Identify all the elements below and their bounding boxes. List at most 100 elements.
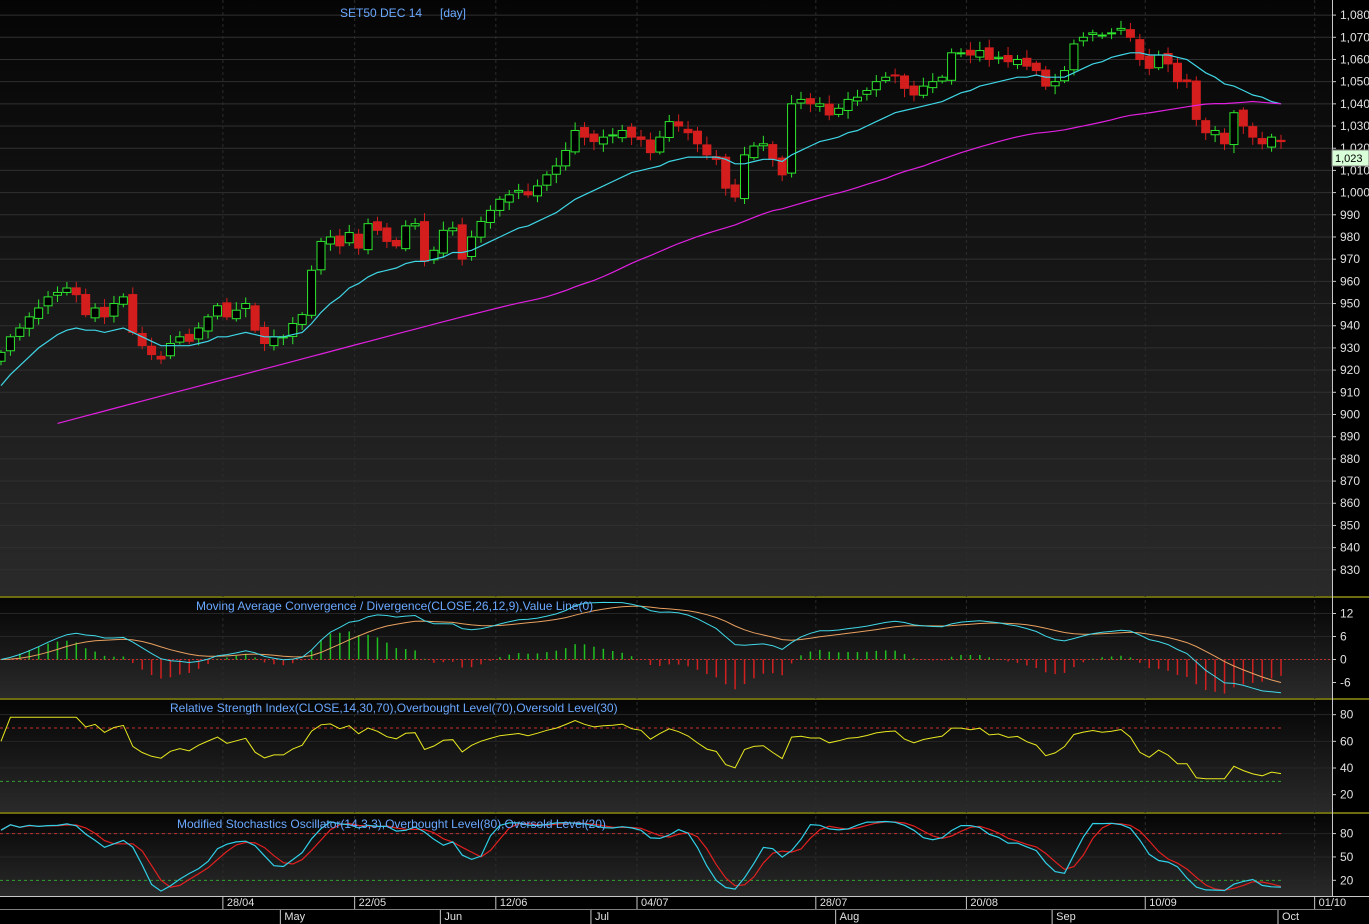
candle-body <box>457 224 467 260</box>
candle-body <box>363 223 373 251</box>
candle-body <box>1107 32 1117 35</box>
candle-body <box>1210 129 1220 136</box>
y-tick-label: 990 <box>1340 208 1360 222</box>
chart-title: SET50 DEC 14 <box>340 6 422 20</box>
candle-body <box>956 52 966 55</box>
candle-body <box>721 156 731 189</box>
y-tick-label: 80 <box>1340 708 1354 722</box>
y-tick-label: 940 <box>1340 319 1360 333</box>
candle-body <box>1144 55 1154 69</box>
candle-body <box>683 128 693 134</box>
y-tick-label: 960 <box>1340 274 1360 288</box>
candle-body <box>909 85 919 96</box>
candle-body <box>420 221 430 262</box>
x-month-label: Jul <box>595 911 609 923</box>
y-tick-label: 6 <box>1340 630 1347 644</box>
candle-body <box>0 351 6 362</box>
candle-body <box>918 85 928 96</box>
candle-body <box>1050 81 1060 87</box>
last-price-badge: 1,023 <box>1331 149 1369 167</box>
candle-body <box>758 143 768 147</box>
candle-body <box>1097 34 1107 37</box>
candle-body <box>1031 62 1041 72</box>
candle-body <box>156 355 166 360</box>
candle-body <box>1191 80 1201 120</box>
candle-body <box>608 134 618 137</box>
candle-body <box>730 184 740 198</box>
y-tick-label: 830 <box>1340 563 1360 577</box>
y-tick-label: 1,060 <box>1340 52 1369 66</box>
y-tick-label: 1,070 <box>1340 30 1369 44</box>
y-tick-label: 0 <box>1340 653 1347 667</box>
x-month-label: May <box>284 911 305 923</box>
candle-body <box>401 225 411 250</box>
candle-body <box>448 227 458 232</box>
candle-body <box>118 296 128 305</box>
candle-body <box>655 136 665 153</box>
candle-body <box>100 306 110 318</box>
candle-body <box>344 232 354 244</box>
candle-body <box>212 305 222 317</box>
candle-body <box>269 336 279 347</box>
candle-body <box>495 198 505 211</box>
candle-body <box>90 307 100 319</box>
candle-body <box>947 52 957 81</box>
candle-body <box>297 314 307 325</box>
candle-body <box>824 103 834 116</box>
candle-body <box>994 56 1004 59</box>
candle-body <box>805 98 815 105</box>
rsi-title: Relative Strength Index(CLOSE,14,30,70),… <box>170 701 618 715</box>
candle-body <box>852 96 862 102</box>
y-tick-label: 40 <box>1340 761 1354 775</box>
candle-body <box>476 220 486 238</box>
candle-body <box>128 294 138 333</box>
candle-body <box>1125 29 1135 38</box>
y-tick-label: 1,000 <box>1340 186 1369 200</box>
x-tick-label: 10/09 <box>1149 897 1177 909</box>
candle-body <box>532 185 542 197</box>
y-tick-label: 980 <box>1340 230 1360 244</box>
y-tick-label: 1,050 <box>1340 75 1369 89</box>
x-tick-label: 28/04 <box>227 897 255 909</box>
y-tick-label: 60 <box>1340 734 1354 748</box>
x-tick-label: 20/08 <box>970 897 998 909</box>
candle-body <box>1116 27 1126 31</box>
y-tick-label: 970 <box>1340 252 1360 266</box>
candle-body <box>203 316 213 332</box>
candle-body <box>542 174 552 186</box>
candle-body <box>438 229 448 254</box>
candle-body <box>561 149 571 167</box>
candle-body <box>1041 69 1051 87</box>
x-tick-label: 28/07 <box>820 897 848 909</box>
y-tick-label: -6 <box>1340 676 1351 690</box>
candle-body <box>834 107 844 115</box>
candle-body <box>485 209 495 223</box>
candle-body <box>391 239 401 247</box>
y-tick-label: 1,040 <box>1340 97 1369 111</box>
candle-body <box>843 98 853 111</box>
candle-body <box>1257 138 1267 145</box>
chart-interval: [day] <box>440 6 466 20</box>
candle-body <box>881 76 891 82</box>
candle-body <box>175 336 185 343</box>
panel-background <box>0 0 1332 596</box>
candle-body <box>372 221 382 231</box>
candle-body <box>900 75 910 89</box>
candle-body <box>984 47 994 60</box>
candle-body <box>81 294 91 316</box>
x-tick-label: 22/05 <box>359 897 387 909</box>
candle-body <box>467 236 477 257</box>
candle-body <box>551 165 561 175</box>
candle-body <box>514 189 524 193</box>
candle-body <box>147 345 157 356</box>
panel-background <box>0 700 1332 812</box>
x-month-label: Oct <box>1282 911 1299 923</box>
candle-body <box>222 302 232 318</box>
candle-body <box>692 130 702 145</box>
candle-body <box>664 121 674 138</box>
y-tick-label: 900 <box>1340 407 1360 421</box>
y-tick-label: 1,030 <box>1340 119 1369 133</box>
candle-body <box>52 291 62 296</box>
y-tick-label: 850 <box>1340 518 1360 532</box>
candle-body <box>1182 79 1192 83</box>
